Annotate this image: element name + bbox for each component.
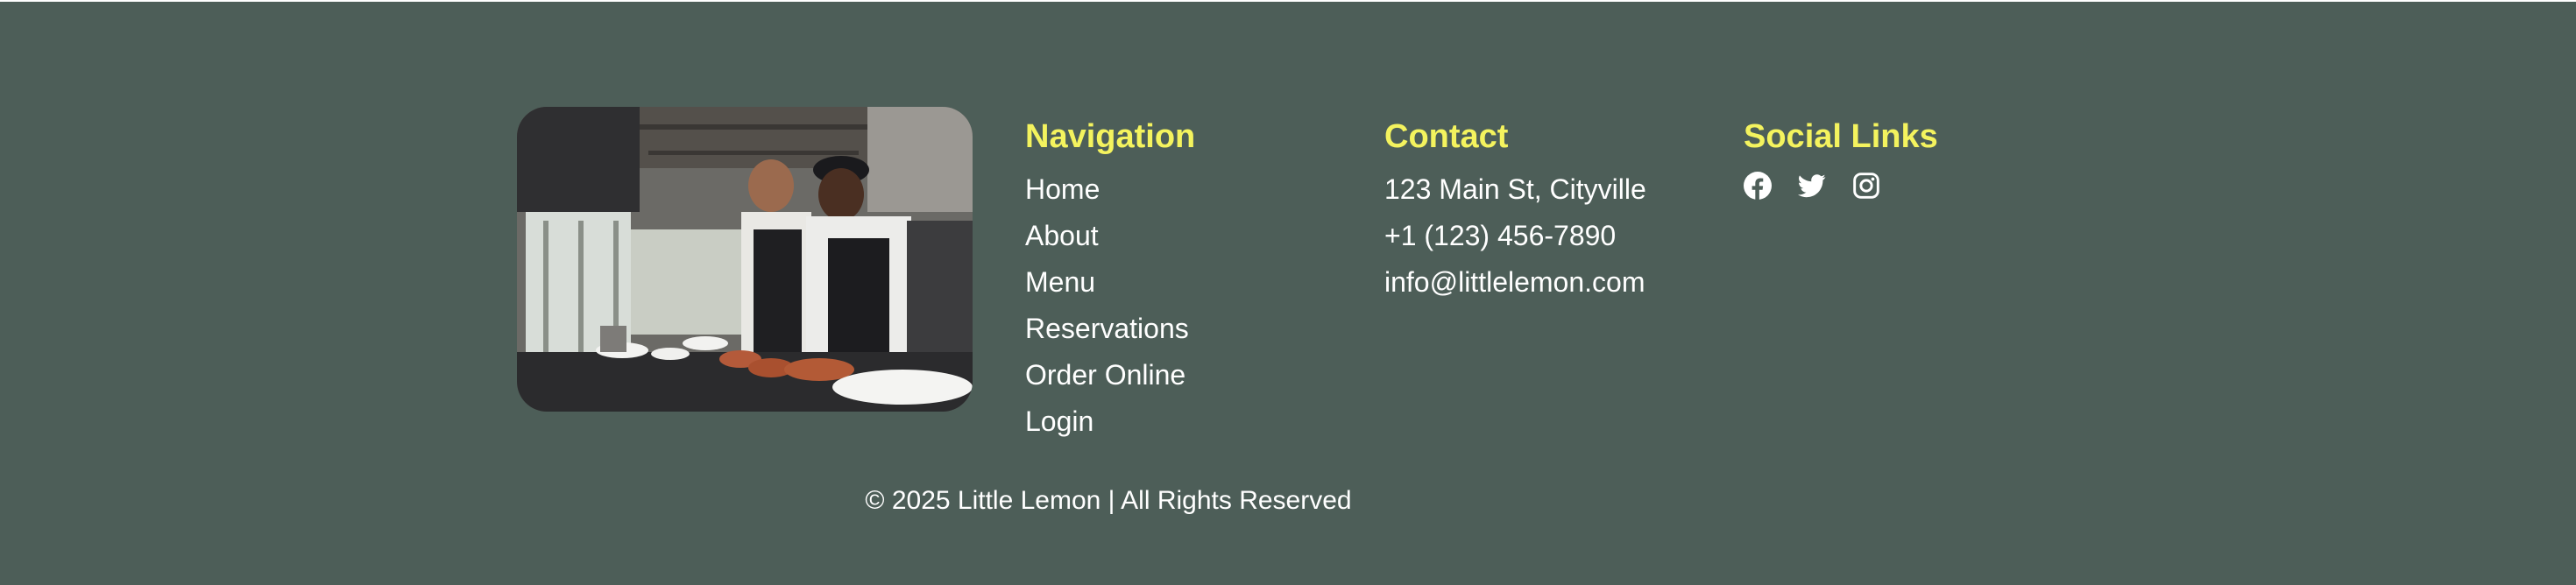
copyright-text: © 2025 Little Lemon | All Rights Reserve… [865, 486, 1352, 515]
chefs-photo [517, 107, 973, 412]
twitter-icon [1798, 174, 1826, 198]
social-icon-row [1744, 172, 1938, 200]
navigation-list: Home About Menu Reservations Order Onlin… [1025, 166, 1195, 445]
facebook-icon [1744, 172, 1772, 200]
nav-link-about[interactable]: About [1025, 220, 1099, 251]
contact-section: Contact 123 Main St, Cityville +1 (123) … [1384, 117, 1646, 306]
social-heading: Social Links [1744, 118, 1938, 155]
contact-list: 123 Main St, Cityville +1 (123) 456-7890… [1384, 166, 1646, 306]
nav-item-menu: Menu [1025, 259, 1195, 306]
social-section: Social Links [1744, 117, 1938, 200]
nav-link-reservations[interactable]: Reservations [1025, 313, 1189, 344]
contact-phone: +1 (123) 456-7890 [1384, 220, 1617, 251]
nav-link-home[interactable]: Home [1025, 173, 1100, 205]
contact-email: info@littlelemon.com [1384, 266, 1645, 298]
site-footer: Navigation Home About Menu Reservations … [0, 2, 2576, 585]
nav-link-menu[interactable]: Menu [1025, 266, 1095, 298]
navigation-section: Navigation Home About Menu Reservations … [1025, 117, 1195, 445]
navigation-heading: Navigation [1025, 118, 1196, 155]
nav-item-order-online: Order Online [1025, 352, 1195, 398]
nav-item-login: Login [1025, 398, 1195, 445]
instagram-link[interactable] [1852, 172, 1880, 200]
instagram-icon [1853, 173, 1879, 199]
twitter-link[interactable] [1798, 172, 1826, 200]
chefs-in-kitchen-image [517, 107, 973, 412]
nav-item-reservations: Reservations [1025, 306, 1195, 352]
nav-link-order-online[interactable]: Order Online [1025, 359, 1185, 391]
contact-heading: Contact [1384, 118, 1509, 155]
nav-item-about: About [1025, 213, 1195, 259]
facebook-link[interactable] [1744, 172, 1772, 200]
nav-item-home: Home [1025, 166, 1195, 213]
contact-address: 123 Main St, Cityville [1384, 173, 1646, 205]
nav-link-login[interactable]: Login [1025, 405, 1093, 437]
